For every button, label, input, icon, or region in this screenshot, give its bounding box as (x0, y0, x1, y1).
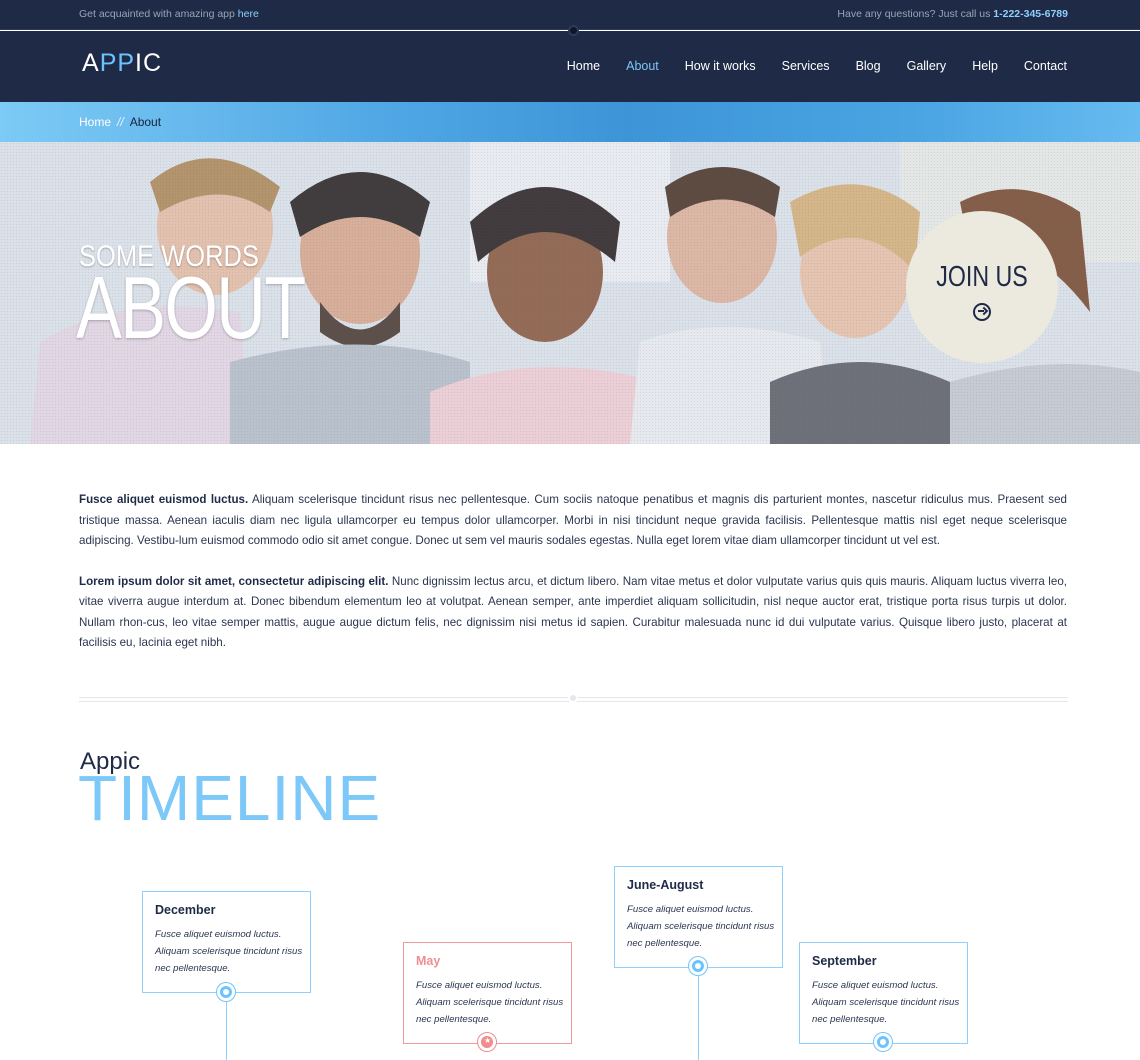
timeline-node[interactable] (689, 957, 707, 975)
timeline-card-text: Fusce aliquet euismod luctus. Aliquam sc… (627, 904, 775, 949)
nav-contact[interactable]: Contact (1024, 59, 1067, 73)
about-paragraph-1: Fusce aliquet euismod luctus. Aliquam sc… (79, 490, 1067, 552)
timeline-node[interactable] (874, 1033, 892, 1051)
join-us-button[interactable]: JOIN US (906, 211, 1058, 363)
timeline-card-may[interactable]: May Fusce aliquet euismod luctus. Aliqua… (403, 942, 572, 1044)
nav-gallery[interactable]: Gallery (907, 59, 947, 73)
breadcrumb: Home // About (79, 115, 161, 129)
timeline-card-text: Fusce aliquet euismod luctus. Aliquam sc… (812, 980, 960, 1025)
hero-title: ABOUT (76, 258, 306, 357)
logo[interactable]: APPIC (82, 49, 162, 78)
paragraph-2-lead: Lorem ipsum dolor sit amet, consectetur … (79, 574, 389, 588)
nav-blog[interactable]: Blog (856, 59, 881, 73)
timeline-card-december[interactable]: December Fusce aliquet euismod luctus. A… (142, 891, 311, 993)
timeline-card-title: May (416, 954, 441, 968)
top-center-dot (568, 25, 579, 36)
top-bar-intro-text: Get acquainted with amazing app (79, 8, 238, 20)
timeline-card-title: December (155, 903, 216, 917)
logo-part-ic: IC (135, 49, 163, 77)
star-icon[interactable] (478, 1033, 496, 1051)
top-bar-intro: Get acquainted with amazing app here (79, 8, 259, 20)
hero-banner: SOME WORDS ABOUT JOIN US (0, 142, 1140, 444)
breadcrumb-home[interactable]: Home (79, 115, 111, 129)
breadcrumb-band: Home // About (0, 102, 1140, 142)
logo-part-a: A (82, 49, 100, 77)
breadcrumb-separator: // (117, 115, 124, 129)
about-content: Fusce aliquet euismod luctus. Aliquam sc… (79, 490, 1067, 674)
timeline-card-september[interactable]: September Fusce aliquet euismod luctus. … (799, 942, 968, 1044)
nav-how-it-works[interactable]: How it works (685, 59, 756, 73)
phone-number[interactable]: 1-222-345-6789 (993, 8, 1068, 20)
main-nav: Home About How it works Services Blog Ga… (541, 59, 1067, 73)
top-bar-contact: Have any questions? Just call us 1-222-3… (837, 8, 1068, 20)
nav-about[interactable]: About (626, 59, 659, 73)
breadcrumb-current: About (129, 115, 162, 129)
paragraph-1-lead: Fusce aliquet euismod luctus. (79, 493, 249, 506)
logo-part-pp: PP (99, 49, 136, 77)
timeline-card-june-august[interactable]: June-August Fusce aliquet euismod luctus… (614, 866, 783, 968)
timeline-title: TIMELINE (78, 762, 382, 834)
divider-dot (568, 693, 578, 703)
header: APPIC Home About How it works Services B… (0, 31, 1140, 102)
timeline-card-text: Fusce aliquet euismod luctus. Aliquam sc… (155, 929, 303, 974)
arrow-right-circle-icon (973, 303, 991, 321)
nav-services[interactable]: Services (782, 59, 830, 73)
section-divider (79, 693, 1068, 703)
timeline-node[interactable] (217, 983, 235, 1001)
timeline-card-title: September (812, 954, 877, 968)
timeline-connector (226, 1001, 227, 1060)
top-bar-contact-text: Have any questions? Just call us (837, 8, 994, 20)
join-us-label: JOIN US (936, 261, 1028, 293)
timeline-connector (698, 975, 699, 1060)
timeline-card-text: Fusce aliquet euismod luctus. Aliquam sc… (416, 980, 564, 1025)
nav-help[interactable]: Help (972, 59, 998, 73)
nav-home[interactable]: Home (567, 59, 600, 73)
about-paragraph-2: Lorem ipsum dolor sit amet, consectetur … (79, 572, 1067, 654)
here-link[interactable]: here (238, 8, 259, 20)
timeline-card-title: June-August (627, 878, 704, 892)
